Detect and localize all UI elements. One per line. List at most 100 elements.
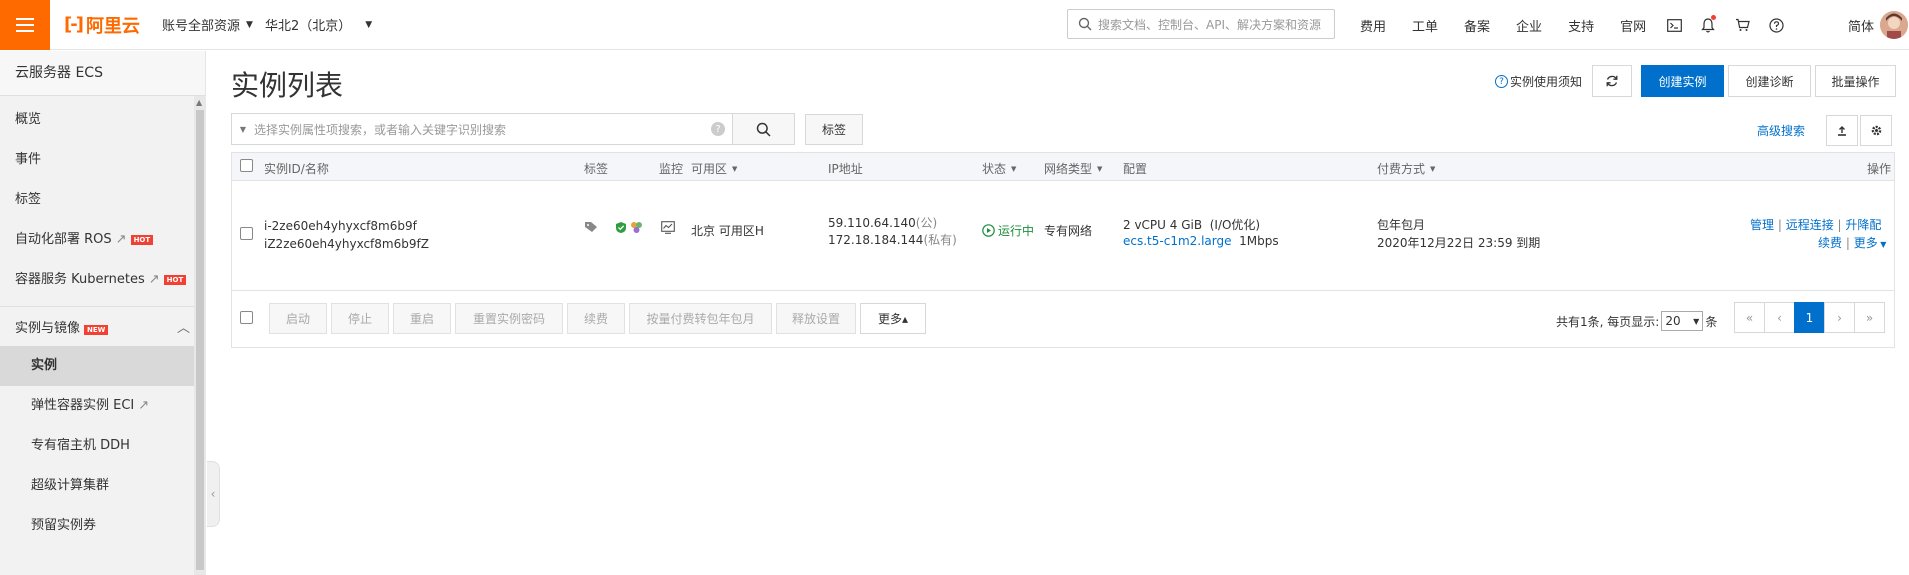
create-instance-button[interactable]: 创建实例 <box>1641 65 1724 97</box>
nav-official-site[interactable]: 官网 <box>1620 16 1646 35</box>
sidebar-group-instances-images[interactable]: 实例与镜像 NEW ︿ <box>0 306 205 346</box>
last-page-button[interactable]: » <box>1854 302 1885 333</box>
sidebar-item-eci[interactable]: 弹性容器实例 ECI ↗ <box>0 386 205 426</box>
sidebar-item-reserved-instances[interactable]: 预留实例券 <box>0 506 205 546</box>
tag-icon[interactable] <box>584 221 598 236</box>
next-page-button[interactable]: › <box>1824 302 1855 333</box>
language-switch[interactable]: 简体 <box>1848 16 1874 35</box>
instance-search-input[interactable]: ▼ 选择实例属性项搜索，或者输入关键字识别搜索 ? <box>231 113 733 145</box>
cart-icon[interactable] <box>1725 18 1759 32</box>
advanced-search-link[interactable]: 高级搜索 <box>1757 122 1805 139</box>
more-actions-link[interactable]: 更多 ▼ <box>1854 236 1887 250</box>
sidebar-item-instances[interactable]: 实例 <box>0 346 205 386</box>
global-search-input[interactable]: 搜索文档、控制台、API、解决方案和资源 <box>1067 9 1335 39</box>
caret-down-icon: ▼ <box>1097 164 1103 173</box>
hamburger-menu-button[interactable] <box>0 0 50 50</box>
usage-notice-link[interactable]: ? 实例使用须知 <box>1495 73 1582 90</box>
header-status[interactable]: 状态 ▼ <box>982 160 1016 177</box>
hot-badge: HOT <box>130 235 154 245</box>
region-dropdown[interactable]: 华北2（北京） ▼ <box>265 15 372 34</box>
sidebar-item-label: 概览 <box>15 112 42 127</box>
sidebar-collapse-handle[interactable]: ‹ <box>207 461 220 527</box>
create-diagnosis-button[interactable]: 创建诊断 <box>1728 65 1811 97</box>
search-icon <box>1078 17 1092 31</box>
caret-down-icon: ▼ <box>365 19 373 30</box>
tag-filter-button[interactable]: 标签 <box>805 114 863 145</box>
header-instance-id: 实例ID/名称 <box>264 162 329 176</box>
renew-button[interactable]: 续费 <box>567 303 625 334</box>
header-network[interactable]: 网络类型 ▼ <box>1044 160 1102 177</box>
reset-password-button[interactable]: 重置实例密码 <box>455 303 563 334</box>
header-zone[interactable]: 可用区 ▼ <box>691 160 737 177</box>
caret-down-icon: ▼ <box>246 19 253 30</box>
chevron-left-icon: ‹ <box>210 487 216 501</box>
nav-billing[interactable]: 费用 <box>1360 16 1386 35</box>
more-batch-button[interactable]: 更多▴ <box>860 303 926 334</box>
logo-mark-icon: [-] <box>64 14 84 35</box>
sidebar-item-events[interactable]: 事件 <box>0 140 205 180</box>
renew-link[interactable]: 续费 <box>1818 236 1842 250</box>
header-billing-label: 付费方式 <box>1377 162 1426 176</box>
current-page-button[interactable]: 1 <box>1794 302 1825 333</box>
release-settings-button[interactable]: 释放设置 <box>776 303 856 334</box>
sidebar-item-label: 容器服务 Kubernetes <box>15 272 145 287</box>
restart-button[interactable]: 重启 <box>393 303 451 334</box>
sidebar-item-kubernetes[interactable]: 容器服务 Kubernetes ↗ HOT <box>0 260 205 300</box>
bandwidth: 1Mbps <box>1239 234 1279 248</box>
page-title: 实例列表 <box>231 69 344 102</box>
row-checkbox[interactable] <box>240 227 253 240</box>
usage-notice-label: 实例使用须知 <box>1510 75 1583 89</box>
caret-down-icon[interactable]: ▼ <box>232 125 254 134</box>
footer-select-all-checkbox[interactable] <box>240 311 253 324</box>
search-help-icon[interactable]: ? <box>711 122 725 136</box>
table-settings-button[interactable] <box>1860 115 1892 146</box>
account-scope-dropdown[interactable]: 账号全部资源 ▼ <box>162 15 253 34</box>
search-icon <box>756 122 771 137</box>
select-all-checkbox[interactable] <box>240 159 253 172</box>
manage-link[interactable]: 管理 <box>1750 218 1774 232</box>
batch-operation-button[interactable]: 批量操作 <box>1815 65 1896 97</box>
sidebar-item-label: 专有宿主机 DDH <box>31 438 130 453</box>
page-size-control: 共有1条, 每页显示: 20 ▼ 条 <box>1556 311 1717 331</box>
start-button[interactable]: 启动 <box>269 303 327 334</box>
gear-icon <box>1871 125 1881 136</box>
convert-billing-button[interactable]: 按量付费转包年包月 <box>629 303 772 334</box>
separator: | <box>1845 236 1854 250</box>
sidebar-item-label: 实例 <box>31 358 58 373</box>
sidebar-item-ddh[interactable]: 专有宿主机 DDH <box>0 426 205 466</box>
security-shield-icon[interactable] <box>615 221 627 237</box>
instance-type-link[interactable]: ecs.t5-c1m2.large <box>1123 234 1232 248</box>
cloud-shell-icon[interactable] <box>1657 18 1691 32</box>
sidebar-group-label: 实例与镜像 <box>15 321 81 336</box>
nav-enterprise[interactable]: 企业 <box>1516 16 1542 35</box>
sidebar-item-overview[interactable]: 概览 <box>0 100 205 140</box>
nav-support[interactable]: 支持 <box>1568 16 1594 35</box>
agent-status-icon[interactable] <box>630 221 643 237</box>
header-billing[interactable]: 付费方式 ▼ <box>1377 160 1435 177</box>
sidebar-item-ros[interactable]: 自动化部署 ROS ↗ HOT <box>0 220 205 260</box>
sidebar-item-scc[interactable]: 超级计算集群 <box>0 466 205 506</box>
sidebar-item-tags[interactable]: 标签 <box>0 180 205 220</box>
bell-icon[interactable] <box>1691 14 1725 33</box>
scrollbar-thumb[interactable] <box>196 110 204 570</box>
monitor-chart-icon[interactable] <box>661 221 675 237</box>
instance-id-link[interactable]: i-2ze60eh4yhyxcf8m6b9f <box>264 219 417 233</box>
aliyun-logo[interactable]: [-] 阿里云 <box>64 12 154 38</box>
export-button[interactable] <box>1826 115 1858 146</box>
first-page-button[interactable]: « <box>1734 302 1765 333</box>
sidebar-item-label: 自动化部署 ROS <box>15 232 112 247</box>
nav-tickets[interactable]: 工单 <box>1412 16 1438 35</box>
help-icon[interactable] <box>1759 17 1793 33</box>
upgrade-downgrade-link[interactable]: 升降配 <box>1845 218 1881 232</box>
stop-button[interactable]: 停止 <box>331 303 389 334</box>
remote-connect-link[interactable]: 远程连接 <box>1786 218 1834 232</box>
prev-page-button[interactable]: ‹ <box>1764 302 1795 333</box>
refresh-button[interactable] <box>1592 65 1632 97</box>
sidebar-scrollbar[interactable]: ▲ <box>194 96 206 575</box>
page-size-select[interactable]: 20 ▼ <box>1661 311 1704 331</box>
nav-icp[interactable]: 备案 <box>1464 16 1490 35</box>
user-avatar[interactable] <box>1880 11 1908 39</box>
scroll-up-arrow-icon[interactable]: ▲ <box>196 98 202 107</box>
network-type: 专有网络 <box>1044 224 1093 238</box>
search-button[interactable] <box>732 113 795 145</box>
